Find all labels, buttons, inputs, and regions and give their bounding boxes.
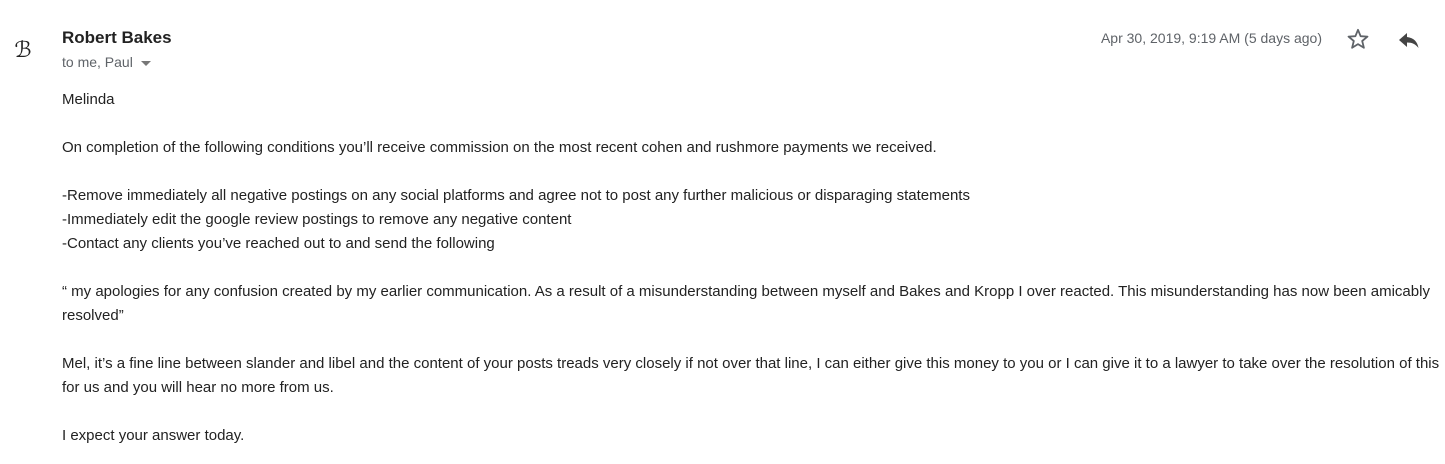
reply-button[interactable] [1397, 29, 1421, 51]
quoted-apology: “ my apologies for any confusion created… [62, 283, 1430, 324]
intro-paragraph: On completion of the following condition… [62, 139, 937, 156]
message-body: Melinda On completion of the following c… [62, 88, 1440, 448]
warning-paragraph: Mel, it’s a fine line between slander an… [62, 355, 1440, 396]
greeting-line: Melinda [62, 91, 115, 108]
star-button[interactable] [1346, 27, 1370, 51]
sender-name[interactable]: Robert Bakes [62, 28, 172, 48]
condition-line: -Remove immediately all negative posting… [62, 187, 970, 204]
message-timestamp: Apr 30, 2019, 9:19 AM (5 days ago) [1100, 30, 1322, 46]
reply-arrow-icon [1399, 33, 1419, 48]
star-outline-icon [1347, 28, 1369, 49]
recipients-dropdown[interactable]: to me, Paul [62, 54, 151, 70]
condition-line: -Immediately edit the google review post… [62, 211, 572, 228]
closing-line: I expect your answer today. [62, 427, 245, 444]
chevron-down-icon[interactable] [140, 60, 151, 66]
condition-line: -Contact any clients you’ve reached out … [62, 235, 495, 252]
recipients-label: to me, Paul [62, 54, 133, 70]
sender-avatar[interactable]: ℬ [12, 38, 34, 64]
